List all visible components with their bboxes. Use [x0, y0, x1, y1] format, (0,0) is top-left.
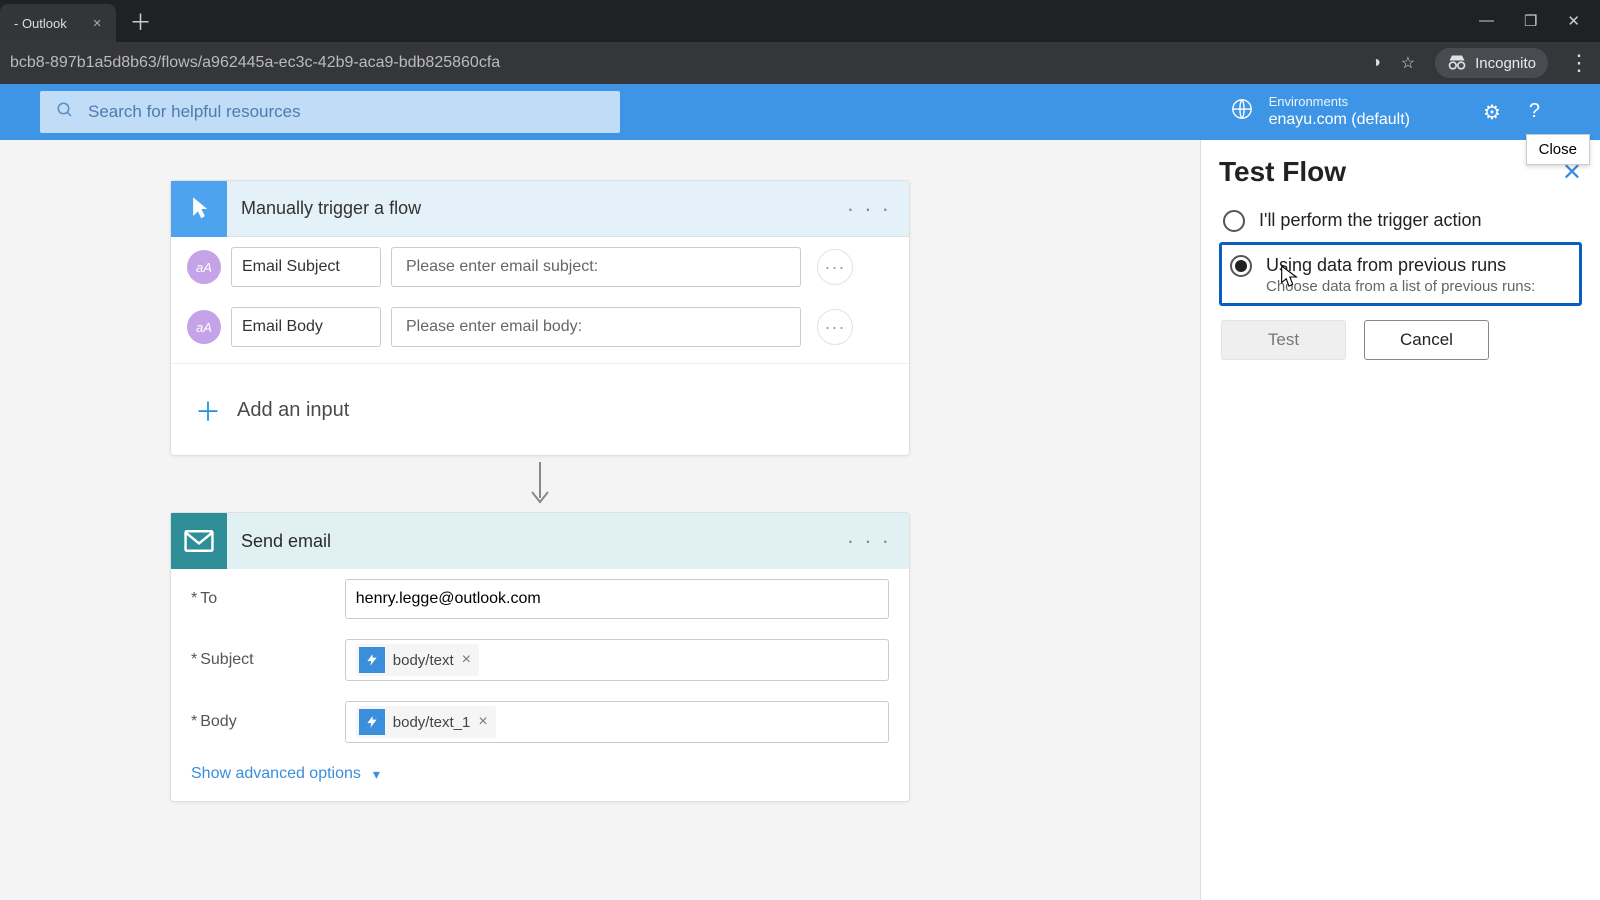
action-menu-icon[interactable]: · · · — [829, 528, 909, 554]
window-minimize-icon[interactable]: — — [1479, 12, 1494, 30]
body-field[interactable]: body/text_1 × — [345, 701, 889, 743]
param-menu-icon[interactable]: ··· — [817, 249, 853, 285]
token-label: body/text — [393, 652, 454, 669]
field-row-body: *Body body/text_1 × — [171, 691, 909, 753]
browser-tab[interactable]: - Outlook × — [0, 4, 116, 42]
incognito-label: Incognito — [1475, 55, 1536, 72]
environment-name: enayu.com (default) — [1269, 110, 1410, 130]
radio-option-previous-runs[interactable]: Using data from previous runs Choose dat… — [1219, 242, 1582, 305]
param-name-input[interactable] — [231, 247, 381, 287]
trigger-menu-icon[interactable]: · · · — [829, 196, 909, 222]
tab-close-icon[interactable]: × — [93, 15, 102, 32]
trigger-card: Manually trigger a flow · · · aA ··· aA … — [170, 180, 910, 456]
mail-icon — [171, 513, 227, 569]
flow-arrow-icon — [170, 456, 910, 512]
test-button[interactable]: Test — [1221, 320, 1346, 360]
window-close-icon[interactable]: ✕ — [1567, 12, 1580, 30]
radio-label: Using data from previous runs — [1266, 253, 1535, 277]
param-row: aA ··· — [171, 237, 909, 297]
token-label: body/text_1 — [393, 714, 471, 731]
test-flow-panel: Test Flow ✕ I'll perform the trigger act… — [1200, 140, 1600, 900]
trigger-title: Manually trigger a flow — [227, 198, 829, 219]
token-remove-icon[interactable]: × — [478, 713, 487, 731]
radio-icon[interactable] — [1230, 255, 1252, 277]
param-name-input[interactable] — [231, 307, 381, 347]
incognito-icon — [1447, 53, 1467, 73]
url-text: bcb8-897b1a5d8b63/flows/a962445a-ec3c-42… — [10, 54, 500, 72]
search-icon — [56, 101, 74, 124]
chevron-down-icon: ▾ — [373, 766, 380, 783]
add-input-button[interactable]: ＋ Add an input — [171, 370, 909, 455]
label-body: Body — [200, 713, 236, 730]
param-value-input[interactable] — [391, 247, 801, 287]
environment-label: Environments — [1269, 94, 1410, 110]
dynamic-token[interactable]: body/text × — [356, 644, 479, 676]
to-input[interactable] — [356, 590, 878, 608]
add-input-label: Add an input — [237, 399, 349, 422]
show-advanced-toggle[interactable]: Show advanced options ▾ — [171, 753, 909, 801]
label-subject: Subject — [200, 651, 253, 668]
param-menu-icon[interactable]: ··· — [817, 309, 853, 345]
param-row: aA ··· — [171, 297, 909, 357]
window-maximize-icon[interactable]: ❐ — [1524, 12, 1537, 30]
pointer-icon — [171, 181, 227, 237]
settings-icon[interactable]: ⚙ — [1483, 100, 1501, 125]
field-row-subject: *Subject body/text × — [171, 629, 909, 691]
radio-sublabel: Choose data from a list of previous runs… — [1266, 278, 1535, 295]
incognito-badge[interactable]: Incognito — [1435, 48, 1548, 78]
text-badge-icon: aA — [187, 250, 221, 284]
flow-token-icon — [359, 709, 385, 735]
action-card-header[interactable]: Send email · · · — [171, 513, 909, 569]
app-header: Environments enayu.com (default) ⚙ ? Clo… — [0, 84, 1600, 140]
globe-icon — [1231, 98, 1253, 126]
panel-title: Test Flow — [1219, 156, 1346, 188]
show-advanced-label: Show advanced options — [191, 765, 361, 783]
radio-option-manual[interactable]: I'll perform the trigger action — [1219, 198, 1582, 242]
dynamic-token[interactable]: body/text_1 × — [356, 706, 496, 738]
action-title: Send email — [227, 531, 829, 552]
close-tooltip: Close — [1526, 134, 1590, 165]
eye-off-icon[interactable]: ◑ — [1371, 54, 1381, 72]
param-value-input[interactable] — [391, 307, 801, 347]
address-bar[interactable]: bcb8-897b1a5d8b63/flows/a962445a-ec3c-42… — [0, 42, 1600, 84]
new-tab-button[interactable]: ＋ — [130, 5, 152, 37]
text-badge-icon: aA — [187, 310, 221, 344]
help-icon[interactable]: ? — [1529, 100, 1540, 125]
search-box[interactable] — [40, 91, 620, 133]
token-remove-icon[interactable]: × — [462, 651, 471, 669]
window-controls: — ❐ ✕ — [1479, 12, 1600, 30]
subject-field[interactable]: body/text × — [345, 639, 889, 681]
tab-title: - Outlook — [14, 16, 67, 31]
label-to: To — [200, 590, 217, 607]
environment-picker[interactable]: Environments enayu.com (default) — [1231, 94, 1410, 130]
field-row-to: *To — [171, 569, 909, 629]
trigger-card-header[interactable]: Manually trigger a flow · · · — [171, 181, 909, 237]
to-field[interactable] — [345, 579, 889, 619]
radio-icon[interactable] — [1223, 210, 1245, 232]
action-card-send-email: Send email · · · *To *Subject body/text — [170, 512, 910, 802]
search-input[interactable] — [88, 102, 604, 122]
browser-menu-icon[interactable]: ⋮ — [1568, 52, 1590, 74]
radio-label: I'll perform the trigger action — [1259, 208, 1482, 232]
flow-canvas: Manually trigger a flow · · · aA ··· aA … — [0, 140, 1600, 900]
bookmark-star-icon[interactable]: ☆ — [1401, 53, 1415, 73]
browser-tab-strip: - Outlook × ＋ — ❐ ✕ — [0, 0, 1600, 42]
flow-token-icon — [359, 647, 385, 673]
cancel-button[interactable]: Cancel — [1364, 320, 1489, 360]
plus-icon: ＋ — [195, 392, 221, 429]
